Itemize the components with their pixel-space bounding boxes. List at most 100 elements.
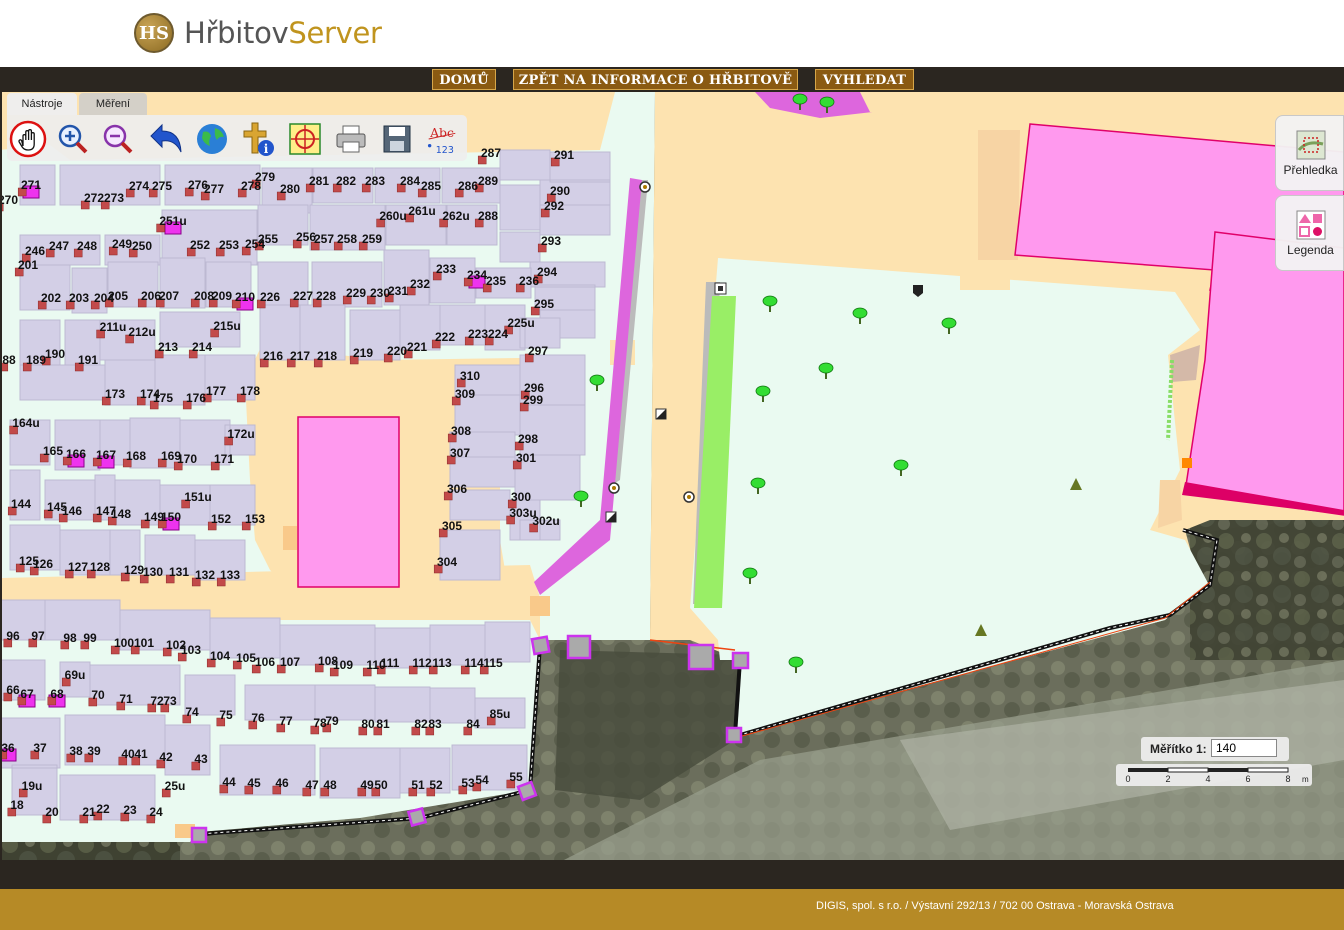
label-button[interactable]: Abc 123 [423,120,461,158]
scale-bar: 0 2 4 6 8 m [1116,764,1312,786]
grave-label: 253 [219,238,239,252]
logo-text-part2: Server [288,16,382,50]
header: HS HřbitovServer [0,0,1344,67]
grave-label: 274 [129,179,149,193]
grave-label: 297 [528,344,548,358]
grave-label: 250 [132,239,152,253]
grave-label: 280 [280,182,300,196]
grave-label: 66 [6,683,20,697]
grave-label: 97 [31,629,45,643]
grave-label: 146 [62,504,82,518]
grave-label: 260u [379,209,406,223]
grave-label: 100 [114,636,134,650]
grave-label: 152 [211,512,231,526]
grave-label: 228 [316,289,336,303]
toolbar: i Abc 123 [7,115,467,161]
grave-label: 45 [247,776,261,790]
scale-tick: 2 [1165,774,1170,784]
legend-icon [1296,210,1326,240]
grave-label: 234 [467,268,487,282]
grave-label: 172u [227,427,254,441]
grave-label: 18 [10,798,24,812]
grave-info-button[interactable]: i [240,120,278,158]
grave-label: 252 [190,238,210,252]
grave-label: 213 [158,340,178,354]
grave-label: 153 [245,512,265,526]
grave-label: 302u [532,514,559,528]
grave-label: 259 [362,232,382,246]
pan-tool-button[interactable] [9,120,47,158]
grave-label: 128 [90,560,110,574]
grave-label: 224 [488,327,508,341]
grave-label: 309 [455,387,475,401]
grave-label: 114 [464,656,484,670]
grave-label: 80 [361,717,375,731]
grave-label: 106 [255,655,275,669]
grave-label: 261u [408,204,435,218]
grave-label: 36 [2,741,15,755]
grave-label: 294 [537,265,557,279]
grave-label: 49 [360,778,374,792]
legend-panel-button[interactable]: Legenda [1275,195,1344,271]
grave-label: 217 [290,349,310,363]
nav-home-button[interactable]: DOMŮ [432,69,496,90]
pan-icon [9,120,47,158]
grave-label: 111 [381,656,400,670]
svg-text:i: i [264,142,269,156]
grave-label: 287 [481,146,501,160]
grave-info-icon: i [243,122,274,156]
grave-label: 51 [411,778,425,792]
grave-label: 218 [317,349,337,363]
grave-label: 98 [63,631,77,645]
grave-label: 288 [478,209,498,223]
logo[interactable]: HS HřbitovServer [134,11,382,55]
tab-measure[interactable]: Měření [79,93,147,115]
nav-search-button[interactable]: VYHLEDAT [815,69,914,90]
grave-label: 41 [134,747,148,761]
grave-label: 71 [119,692,133,706]
grave-label: 131 [169,565,189,579]
grave-label: 202 [41,291,61,305]
grave-label: 48 [323,778,337,792]
grave-label: 291 [554,148,574,162]
scale-input[interactable] [1211,739,1277,757]
grave-label: 21 [82,805,96,819]
grave-label: 222 [435,330,455,344]
grave-label: 96 [6,629,20,643]
grave-label: 74 [185,705,199,719]
grave-label: 151u [184,490,211,504]
grave-label: 290 [550,184,570,198]
overview-panel-button[interactable]: Přehledka [1275,115,1344,191]
logo-text: HřbitovServer [184,16,382,50]
grave-label: 73 [163,694,177,708]
grave-label: 285 [421,179,441,193]
print-button[interactable] [332,120,370,158]
back-button[interactable] [147,120,185,158]
save-button[interactable] [378,120,416,158]
grave-label: 308 [451,424,471,438]
grave-label: 258 [337,232,357,246]
grave-label: 233 [436,262,456,276]
zoom-out-button[interactable] [99,120,137,158]
scale-tick: 6 [1245,774,1250,784]
grave-label: 289 [478,174,498,188]
grave-label: 88 [2,353,16,367]
globe-button[interactable] [193,120,231,158]
tab-tools[interactable]: Nástroje [7,93,77,115]
grave-label: 270 [2,193,18,207]
grave-label: 133 [220,568,240,582]
grave-label: 25u [165,779,186,793]
grave-label: 69u [65,668,86,682]
grave-label: 211u [100,320,127,334]
grave-label: 67 [20,687,34,701]
grave-label: 277 [204,182,224,196]
zoom-in-button[interactable] [54,120,92,158]
grave-label: 103 [181,643,201,657]
nav-back-button[interactable]: ZPĚT NA INFORMACE O HŘBITOVĚ [513,69,798,90]
grave-label: 231 [388,284,408,298]
tools-panel: Nástroje Měření i Abc 123 [7,93,467,163]
locate-button[interactable] [286,120,324,158]
grave-label: 219 [353,346,373,360]
globe-icon [197,124,227,154]
grave-label: 22 [96,802,110,816]
